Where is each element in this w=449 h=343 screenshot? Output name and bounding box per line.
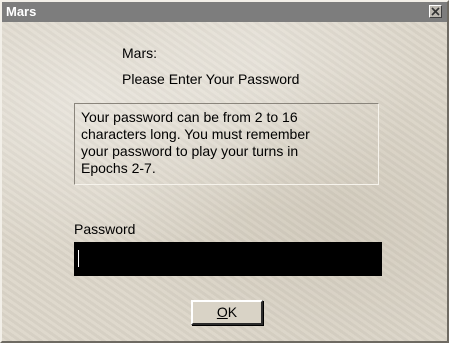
dialog-heading-prompt: Please Enter Your Password	[122, 71, 300, 87]
dialog-heading-name: Mars:	[122, 45, 157, 61]
ok-button-mnemonic: O	[216, 304, 228, 320]
close-button[interactable]	[429, 5, 442, 18]
password-info-text: Your password can be from 2 to 16 charac…	[81, 109, 310, 176]
password-dialog: Mars Mars: Please Enter Your Password Yo…	[0, 0, 449, 343]
password-info-box: Your password can be from 2 to 16 charac…	[74, 103, 379, 185]
ok-button[interactable]: OK	[191, 300, 263, 325]
ok-button-label: K	[227, 304, 238, 320]
password-label: Password	[74, 221, 136, 237]
password-input[interactable]	[74, 242, 382, 276]
text-caret	[78, 250, 79, 267]
close-x-icon	[431, 7, 440, 16]
window-title: Mars	[6, 4, 37, 19]
title-bar[interactable]: Mars	[2, 2, 447, 22]
